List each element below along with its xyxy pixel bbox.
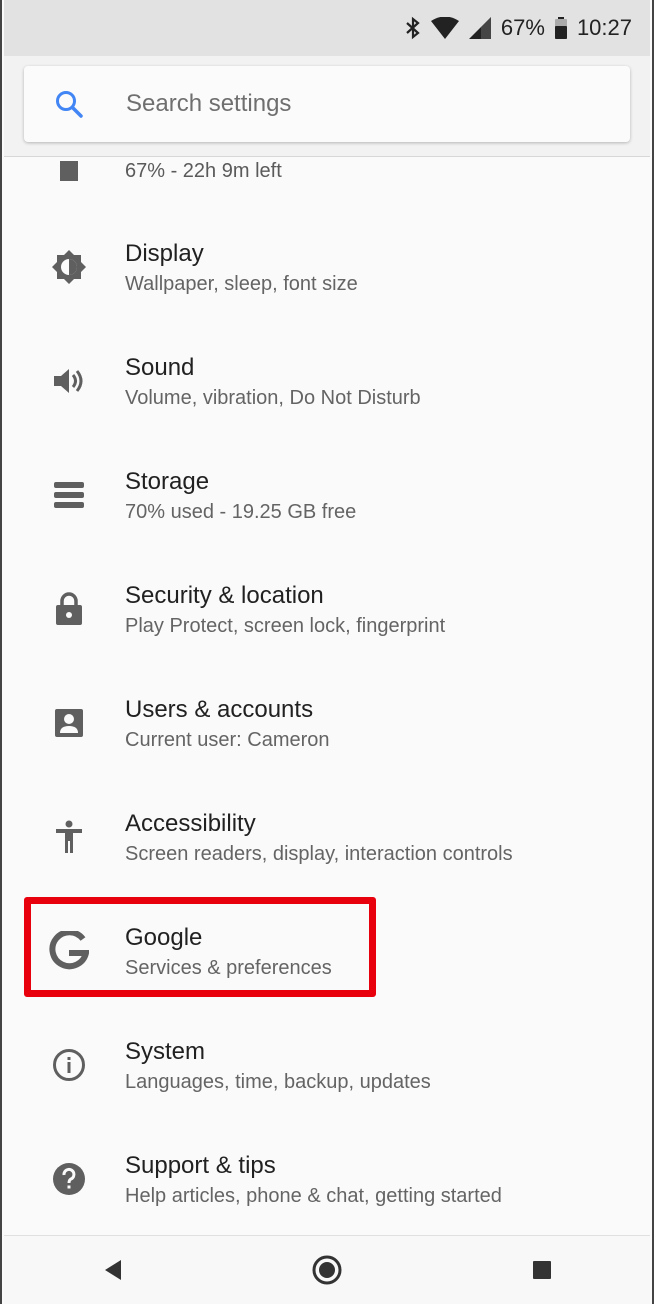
- settings-item-subtitle: Volume, vibration, Do Not Disturb: [125, 387, 421, 409]
- settings-item-subtitle: 67% - 22h 9m left: [125, 160, 282, 182]
- settings-item-title: System: [125, 1038, 206, 1065]
- settings-item-battery[interactable]: 67% - 22h 9m left: [4, 156, 650, 200]
- search-input[interactable]: [124, 73, 630, 135]
- search-icon[interactable]: [24, 89, 114, 119]
- settings-item-accessibility[interactable]: Accessibility Screen readers, display, i…: [4, 810, 650, 924]
- settings-item-title: Google: [125, 924, 203, 951]
- settings-item-display[interactable]: Display Wallpaper, sleep, font size: [4, 240, 650, 354]
- home-icon: [312, 1255, 342, 1285]
- settings-item-subtitle: Wallpaper, sleep, font size: [125, 273, 358, 295]
- recents-icon: [533, 1261, 552, 1279]
- search-bar[interactable]: [24, 66, 630, 142]
- bluetooth-icon: [405, 16, 421, 40]
- settings-item-subtitle: Services & preferences: [125, 957, 332, 979]
- settings-item-sound[interactable]: Sound Volume, vibration, Do Not Disturb: [4, 354, 650, 468]
- settings-item-title: Display: [125, 240, 204, 267]
- volume-icon: [44, 356, 94, 406]
- wifi-icon: [430, 17, 459, 39]
- settings-item-google[interactable]: Google Services & preferences: [4, 924, 650, 1038]
- settings-item-subtitle: Play Protect, screen lock, fingerprint: [125, 615, 446, 637]
- back-button[interactable]: [72, 1240, 152, 1300]
- settings-item-title: Accessibility: [125, 810, 256, 837]
- settings-item-title: Storage: [125, 468, 210, 495]
- settings-screen: 67% 10:27 67% - 22h 9m left Displa: [0, 0, 654, 1304]
- google-icon: [44, 926, 94, 976]
- settings-item-system[interactable]: System Languages, time, backup, updates: [4, 1038, 650, 1152]
- accessibility-icon: [44, 812, 94, 862]
- battery-icon: [554, 17, 567, 39]
- settings-item-title: Security & location: [125, 582, 324, 609]
- settings-item-subtitle: 70% used - 19.25 GB free: [125, 501, 357, 523]
- clock: 10:27: [576, 15, 632, 40]
- settings-item-title: Support & tips: [125, 1152, 276, 1179]
- storage-icon: [44, 470, 94, 520]
- help-icon: [44, 1154, 94, 1204]
- settings-item-subtitle: Help articles, phone & chat, getting sta…: [125, 1185, 502, 1207]
- settings-item-security[interactable]: Security & location Play Protect, screen…: [4, 582, 650, 696]
- settings-list: 67% - 22h 9m left Display Wallpaper, sle…: [4, 156, 650, 1236]
- settings-item-title: Users & accounts: [125, 696, 314, 723]
- status-bar: 67% 10:27: [4, 0, 650, 56]
- recents-button[interactable]: [502, 1240, 582, 1300]
- cell-signal-icon: [468, 17, 491, 39]
- settings-item-storage[interactable]: Storage 70% used - 19.25 GB free: [4, 468, 650, 582]
- settings-item-subtitle: Screen readers, display, interaction con…: [125, 843, 513, 865]
- settings-item-subtitle: Current user: Cameron: [125, 729, 330, 751]
- account-box-icon: [44, 698, 94, 748]
- battery-settings-icon: [44, 156, 94, 198]
- brightness-icon: [44, 242, 94, 292]
- back-icon: [104, 1260, 121, 1280]
- info-icon: [44, 1040, 94, 1090]
- battery-percent: 67%: [500, 15, 545, 40]
- lock-icon: [44, 584, 94, 634]
- settings-item-users-accounts[interactable]: Users & accounts Current user: Cameron: [4, 696, 650, 810]
- settings-item-subtitle: Languages, time, backup, updates: [125, 1071, 431, 1093]
- navigation-bar: [4, 1235, 650, 1304]
- settings-item-title: Sound: [125, 354, 195, 381]
- home-button[interactable]: [287, 1240, 367, 1300]
- settings-item-support[interactable]: Support & tips Help articles, phone & ch…: [4, 1152, 650, 1236]
- search-bar-container: [4, 56, 650, 157]
